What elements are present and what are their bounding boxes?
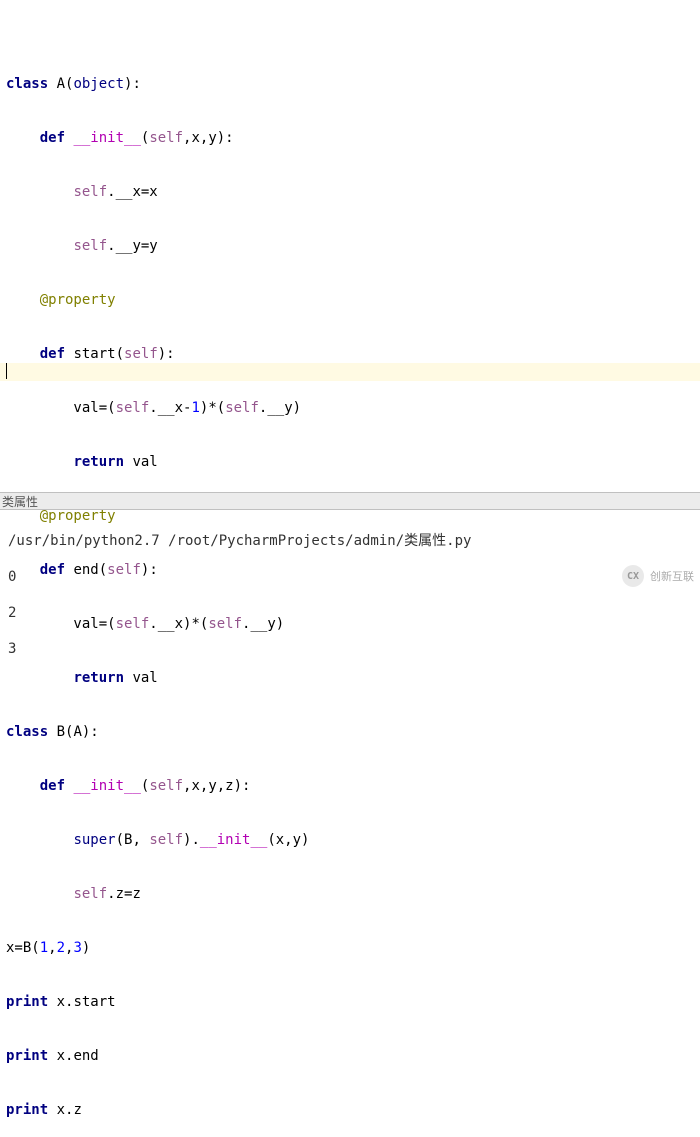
code-line[interactable]: self.__y=y [6,237,700,255]
code-line[interactable]: print x.z [6,1101,700,1119]
code-line[interactable]: def start(self): [6,345,700,363]
code-line[interactable]: super(B, self).__init__(x,y) [6,831,700,849]
code-line[interactable]: val=(self.__x)*(self.__y) [6,615,700,633]
code-editor[interactable]: class A(object): def __init__(self,x,y):… [0,0,700,492]
code-line[interactable]: val=(self.__x-1)*(self.__y) [6,399,700,417]
active-line-highlight [0,363,700,381]
watermark-text: 创新互联 [650,568,694,584]
code-line[interactable]: return val [6,669,700,687]
watermark-logo-icon: CX [622,565,644,587]
code-line[interactable]: x=B(1,2,3) [6,939,700,957]
code-line[interactable]: class B(A): [6,723,700,741]
console-line: 3 [8,640,692,658]
code-line[interactable]: def end(self): [6,561,700,579]
code-line[interactable]: @property [6,507,700,525]
code-line[interactable]: def __init__(self,x,y,z): [6,777,700,795]
code-line[interactable]: return val [6,453,700,471]
text-cursor [6,363,7,379]
code-line[interactable]: print x.end [6,1047,700,1065]
watermark: CX 创新互联 [622,565,694,587]
code-line[interactable]: print x.start [6,993,700,1011]
code-line[interactable]: self.z=z [6,885,700,903]
code-line[interactable]: class A(object): [6,75,700,93]
code-line[interactable]: def __init__(self,x,y): [6,129,700,147]
code-line[interactable]: self.__x=x [6,183,700,201]
code-line[interactable]: @property [6,291,700,309]
